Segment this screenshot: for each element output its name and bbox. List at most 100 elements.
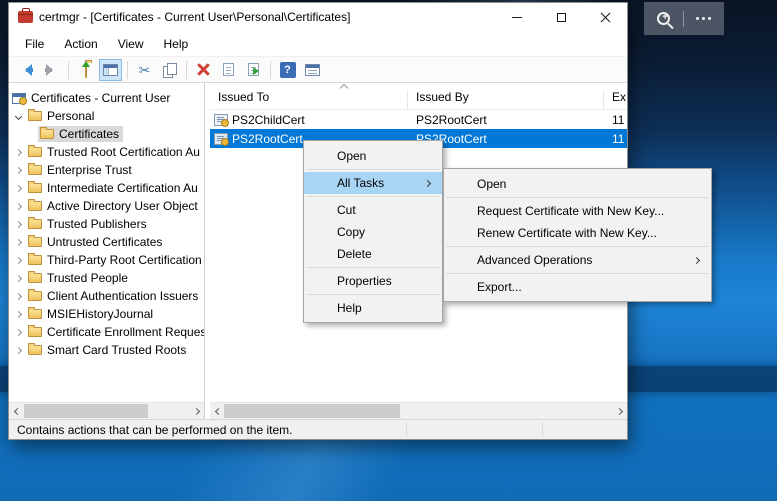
expand-collapse-toggle[interactable]: [11, 202, 26, 210]
column-header-issued-to[interactable]: Issued To: [210, 90, 408, 109]
context-menu: Open All Tasks Cut Copy Delete Propertie…: [303, 140, 443, 323]
menu-action[interactable]: Action: [54, 33, 107, 55]
context-menu-copy[interactable]: Copy: [304, 221, 442, 243]
close-button[interactable]: [583, 3, 627, 31]
status-divider: [406, 422, 407, 437]
toolbar-separator: [68, 60, 69, 79]
menu-help[interactable]: Help: [154, 33, 199, 55]
show-console-tree-button[interactable]: [99, 58, 122, 81]
toolbar: ✂ ?: [9, 57, 627, 83]
properties-button[interactable]: [217, 59, 240, 81]
submenu-request-certificate[interactable]: Request Certificate with New Key...: [444, 200, 711, 222]
chevron-right-icon: [14, 292, 23, 300]
delete-button[interactable]: [192, 59, 215, 81]
export-list-button[interactable]: [242, 59, 265, 81]
tree-item-client-authentication-issuers[interactable]: Client Authentication Issuers: [9, 287, 204, 305]
column-header-issued-by[interactable]: Issued By: [408, 90, 604, 109]
mmc-toolbox-icon: [18, 8, 33, 23]
scroll-left-arrow[interactable]: [9, 403, 25, 419]
folder-icon: [28, 343, 42, 355]
expand-collapse-toggle[interactable]: [11, 256, 26, 264]
scrollbar-thumb[interactable]: [24, 404, 148, 418]
menu-bar: File Action View Help: [9, 31, 627, 57]
menu-separator: [306, 294, 440, 295]
context-menu-cut[interactable]: Cut: [304, 199, 442, 221]
expand-collapse-toggle[interactable]: [11, 292, 26, 300]
expand-collapse-toggle[interactable]: [11, 238, 26, 246]
certificate-icon: [214, 132, 229, 146]
list-horizontal-scrollbar[interactable]: [210, 402, 627, 419]
close-icon: [600, 12, 611, 23]
tree-item-trusted-people[interactable]: Trusted People: [9, 269, 204, 287]
list-view-button[interactable]: [301, 59, 324, 81]
context-menu-help[interactable]: Help: [304, 297, 442, 319]
tree-item-active-directory-user-object[interactable]: Active Directory User Object: [9, 197, 204, 215]
maximize-button[interactable]: [539, 3, 583, 31]
tree-item-certificate-enrollment-requests[interactable]: Certificate Enrollment Reques: [9, 323, 204, 341]
folder-icon: [28, 289, 42, 301]
context-menu-properties[interactable]: Properties: [304, 270, 442, 292]
folder-icon: [28, 217, 42, 229]
context-menu-open[interactable]: Open: [304, 145, 442, 167]
tree-item-certificates[interactable]: Certificates: [9, 125, 204, 143]
list-header: Issued To Issued By Ex: [210, 83, 627, 110]
help-button[interactable]: ?: [276, 59, 299, 81]
submenu-advanced-operations[interactable]: Advanced Operations: [444, 249, 711, 271]
forward-icon: [44, 63, 59, 76]
expand-collapse-toggle[interactable]: [11, 166, 26, 174]
expand-collapse-toggle[interactable]: [11, 112, 26, 120]
list-view-icon: [305, 63, 320, 76]
expand-collapse-toggle[interactable]: [11, 346, 26, 354]
tree-item-intermediate-certification-authorities[interactable]: Intermediate Certification Au: [9, 179, 204, 197]
certificate-row-ps2childcert[interactable]: PS2ChildCert PS2RootCert 11: [210, 110, 627, 129]
scroll-right-arrow[interactable]: [188, 403, 204, 419]
tree-item-smart-card-trusted-roots[interactable]: Smart Card Trusted Roots: [9, 341, 204, 359]
back-icon: [19, 63, 34, 76]
context-menu-all-tasks[interactable]: All Tasks: [304, 172, 442, 194]
expand-collapse-toggle[interactable]: [11, 328, 26, 336]
tree-item-trusted-publishers[interactable]: Trusted Publishers: [9, 215, 204, 233]
up-one-level-icon: [81, 60, 90, 78]
minimize-button[interactable]: [495, 3, 539, 31]
expand-collapse-toggle[interactable]: [11, 184, 26, 192]
back-button[interactable]: [15, 59, 38, 81]
delete-icon: [197, 63, 210, 76]
cut-button[interactable]: ✂: [133, 59, 156, 81]
tree-item-untrusted-certificates[interactable]: Untrusted Certificates: [9, 233, 204, 251]
zoom-magnifier-plus-icon[interactable]: +: [656, 11, 670, 25]
expand-collapse-toggle[interactable]: [11, 220, 26, 228]
console-root-icon: [12, 92, 27, 105]
tree-item-third-party-root-certification[interactable]: Third-Party Root Certification: [9, 251, 204, 269]
all-tasks-submenu: Open Request Certificate with New Key...…: [443, 168, 712, 302]
scroll-right-arrow[interactable]: [611, 403, 627, 419]
expand-collapse-toggle[interactable]: [11, 310, 26, 318]
context-menu-delete[interactable]: Delete: [304, 243, 442, 265]
chevron-right-icon: [14, 310, 23, 318]
up-one-level-button[interactable]: [74, 59, 97, 81]
forward-button[interactable]: [40, 59, 63, 81]
tree-item-certificates-current-user[interactable]: Certificates - Current User: [9, 89, 204, 107]
tree-item-msiehistoryjournal[interactable]: MSIEHistoryJournal: [9, 305, 204, 323]
tree-item-enterprise-trust[interactable]: Enterprise Trust: [9, 161, 204, 179]
console-tree-pane: Certificates - Current User Personal Cer…: [9, 83, 205, 419]
menu-separator: [446, 273, 709, 274]
expand-collapse-toggle[interactable]: [11, 148, 26, 156]
tree-item-trusted-root-certification-authorities[interactable]: Trusted Root Certification Au: [9, 143, 204, 161]
menu-file[interactable]: File: [15, 33, 54, 55]
submenu-open[interactable]: Open: [444, 173, 711, 195]
menu-view[interactable]: View: [108, 33, 154, 55]
copy-button[interactable]: [158, 59, 181, 81]
expand-collapse-toggle[interactable]: [11, 274, 26, 282]
tree-horizontal-scrollbar[interactable]: [9, 402, 204, 419]
submenu-renew-certificate[interactable]: Renew Certificate with New Key...: [444, 222, 711, 244]
scrollbar-thumb[interactable]: [224, 404, 400, 418]
submenu-export[interactable]: Export...: [444, 276, 711, 298]
tree-item-personal[interactable]: Personal: [9, 107, 204, 125]
maximize-icon: [556, 12, 566, 22]
chevron-right-icon: [14, 328, 23, 336]
column-header-expiration[interactable]: Ex: [604, 90, 627, 109]
more-options-ellipsis-icon[interactable]: [696, 17, 712, 20]
submenu-arrow-icon: [423, 179, 432, 187]
folder-icon: [40, 127, 54, 139]
status-divider: [542, 422, 543, 437]
